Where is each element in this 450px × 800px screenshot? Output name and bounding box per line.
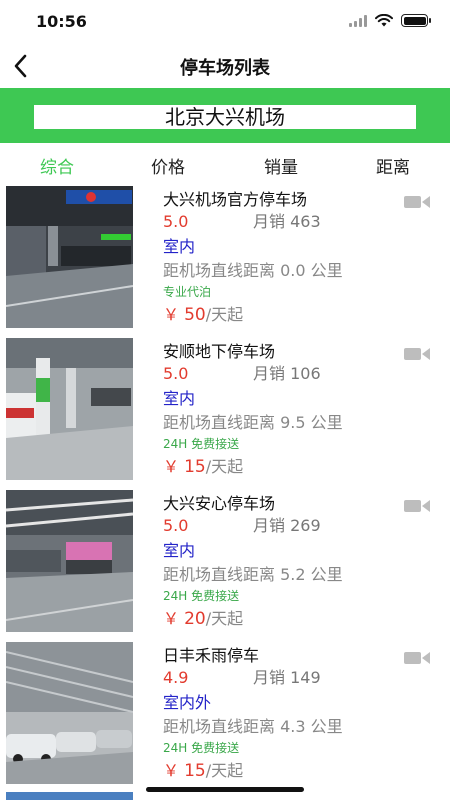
lot-distance: 距机场直线距离 0.0 公里 (163, 261, 343, 280)
lot-name: 大兴机场官方停车场 (163, 190, 308, 209)
nav-bar: 停车场列表 (0, 44, 450, 88)
parking-lot-photo (6, 338, 133, 480)
lot-info: 日丰禾雨停车 4.9 月销 149 室内外 距机场直线距离 4.3 公里 24H… (163, 645, 443, 784)
sort-tabs: 综合 价格 销量 距离 (0, 143, 450, 183)
wifi-icon (375, 14, 393, 27)
price-currency: ￥ (163, 761, 180, 780)
tab-sales[interactable]: 销量 (246, 153, 316, 178)
page-title: 停车场列表 (180, 58, 270, 79)
price-unit: /天起 (205, 457, 244, 476)
lot-type: 室内 (163, 389, 196, 408)
list-item[interactable]: 大兴安心停车场 5.0 月销 269 室内 距机场直线距离 5.2 公里 24H… (0, 487, 450, 639)
parking-lot-photo (6, 642, 133, 784)
lot-rating: 5.0 (163, 212, 189, 231)
price-unit: /天起 (205, 609, 244, 628)
price-value: 15 (184, 457, 206, 477)
price-value: 15 (184, 761, 206, 781)
price-currency: ￥ (163, 305, 180, 324)
search-input[interactable]: 北京大兴机场 (34, 105, 416, 129)
lot-service-tag: 24H 免费接送 (163, 589, 240, 603)
lot-type: 室内 (163, 541, 196, 560)
lot-service-tag: 专业代泊 (163, 285, 212, 299)
lot-type: 室内外 (163, 693, 212, 712)
lot-monthly-sales: 月销 269 (253, 516, 321, 535)
lot-distance: 距机场直线距离 5.2 公里 (163, 565, 343, 584)
status-time: 10:56 (36, 12, 87, 31)
lot-name: 大兴安心停车场 (163, 494, 276, 513)
search-bar: 北京大兴机场 (0, 88, 450, 143)
video-camera-icon[interactable] (404, 347, 430, 361)
lot-rating: 5.0 (163, 364, 189, 383)
lot-monthly-sales: 月销 463 (253, 212, 321, 231)
lot-service-tag: 24H 免费接送 (163, 437, 240, 451)
lot-service-tag: 24H 免费接送 (163, 741, 240, 755)
price-unit: /天起 (205, 305, 244, 324)
lot-type: 室内 (163, 237, 196, 256)
lot-price: ￥ 15/天起 (163, 758, 443, 784)
status-icons (349, 14, 431, 27)
lot-distance: 距机场直线距离 4.3 公里 (163, 717, 343, 736)
lot-price: ￥ 20/天起 (163, 606, 443, 632)
parking-lot-photo (6, 490, 133, 632)
parking-lot-photo (6, 792, 133, 800)
parking-lot-photo (6, 186, 133, 328)
battery-icon (401, 14, 431, 27)
lot-rating: 4.9 (163, 668, 189, 687)
video-camera-icon[interactable] (404, 499, 430, 513)
lot-name: 安顺地下停车场 (163, 342, 276, 361)
tab-comprehensive[interactable]: 综合 (22, 153, 92, 178)
lot-info: 大兴机场官方停车场 5.0 月销 463 室内 距机场直线距离 0.0 公里 专… (163, 189, 443, 328)
lot-name: 日丰禾雨停车 (163, 646, 260, 665)
lot-monthly-sales: 月销 106 (253, 364, 321, 383)
tab-price[interactable]: 价格 (133, 153, 203, 178)
lot-info: 安顺地下停车场 5.0 月销 106 室内 距机场直线距离 9.5 公里 24H… (163, 341, 443, 480)
video-camera-icon[interactable] (404, 651, 430, 665)
lot-distance: 距机场直线距离 9.5 公里 (163, 413, 343, 432)
status-bar: 10:56 (0, 0, 450, 44)
list-item[interactable]: 大兴机场官方停车场 5.0 月销 463 室内 距机场直线距离 0.0 公里 专… (0, 183, 450, 335)
lot-monthly-sales: 月销 149 (253, 668, 321, 687)
video-camera-icon[interactable] (404, 195, 430, 209)
lot-price: ￥ 15/天起 (163, 454, 443, 480)
list-item[interactable]: 安顺地下停车场 5.0 月销 106 室内 距机场直线距离 9.5 公里 24H… (0, 335, 450, 487)
cellular-signal-icon (349, 14, 367, 27)
price-currency: ￥ (163, 457, 180, 476)
lot-price: ￥ 50/天起 (163, 302, 443, 328)
price-value: 20 (184, 609, 206, 629)
tab-distance[interactable]: 距离 (358, 153, 428, 178)
lot-rating: 5.0 (163, 516, 189, 535)
home-indicator[interactable] (146, 787, 304, 792)
list-item[interactable]: 日丰禾雨停车 4.9 月销 149 室内外 距机场直线距离 4.3 公里 24H… (0, 639, 450, 791)
lot-info: 大兴安心停车场 5.0 月销 269 室内 距机场直线距离 5.2 公里 24H… (163, 493, 443, 632)
price-currency: ￥ (163, 609, 180, 628)
price-value: 50 (184, 305, 206, 325)
price-unit: /天起 (205, 761, 244, 780)
